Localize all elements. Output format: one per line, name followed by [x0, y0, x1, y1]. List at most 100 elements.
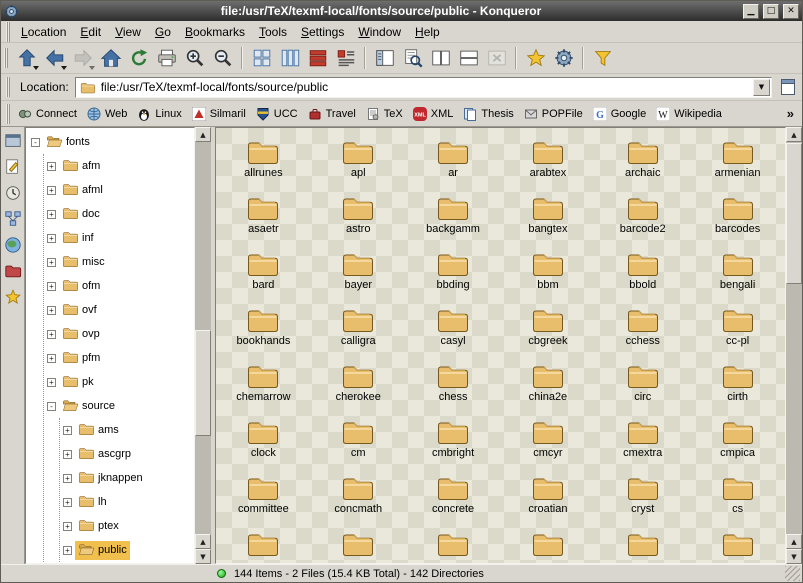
sidebar-tab-annotate-icon[interactable] [4, 158, 22, 176]
tree-item-body[interactable]: afm [59, 157, 103, 176]
zoom-in-button[interactable] [181, 45, 208, 72]
tree-item-pfm[interactable]: +pfm [47, 346, 194, 370]
tree-item-body[interactable]: jknappen [75, 469, 146, 488]
folder-item-bayer[interactable]: bayer [311, 246, 406, 302]
zoom-out-button[interactable] [209, 45, 236, 72]
folder-item-bbold[interactable]: bbold [595, 246, 690, 302]
tree-item-ascgrp[interactable]: +ascgrp [63, 442, 194, 466]
folder-item-cherokee[interactable]: cherokee [311, 358, 406, 414]
bookmark-silmaril[interactable]: Silmaril [188, 104, 250, 124]
bookmark-wikipedia[interactable]: WWikipedia [652, 104, 726, 124]
tree-expander-icon[interactable]: + [47, 330, 56, 339]
tree-item-body[interactable]: ascgrp [75, 445, 134, 464]
filter-button[interactable] [589, 45, 616, 72]
folder-item[interactable] [406, 526, 501, 564]
directory-icon-view[interactable]: allrunesaplararabtexarchaicarmenianasaet… [215, 127, 786, 564]
menu-bookmarks[interactable]: Bookmarks [178, 23, 252, 41]
minimize-button[interactable]: ▁ [743, 4, 759, 19]
tree-expander-icon[interactable]: - [47, 402, 56, 411]
tree-item-body[interactable]: misc [59, 253, 108, 272]
folder-item-barcodes[interactable]: barcodes [690, 190, 785, 246]
scroll-up-icon[interactable]: ▲ [195, 534, 211, 549]
main-scrollbar[interactable]: ▲ ▲ ▼ [786, 127, 802, 564]
scroll-up-icon[interactable]: ▲ [195, 127, 211, 142]
bookmark-ucc[interactable]: UCC [252, 104, 302, 124]
up-button[interactable] [13, 45, 40, 72]
folder-item-cs[interactable]: cs [690, 470, 785, 526]
folder-item-bengali[interactable]: bengali [690, 246, 785, 302]
tree-expander-icon[interactable]: + [47, 234, 56, 243]
find-file-button[interactable] [399, 45, 426, 72]
bookmark-tex[interactable]: TeX [362, 104, 407, 124]
menu-edit[interactable]: Edit [73, 23, 108, 41]
tree-item-inf[interactable]: +inf [47, 226, 194, 250]
tree-item-misc[interactable]: +misc [47, 250, 194, 274]
tree-item-afml[interactable]: +afml [47, 178, 194, 202]
close-button[interactable]: ✕ [783, 4, 799, 19]
scroll-down-icon[interactable]: ▼ [195, 549, 211, 564]
bookmark-thesis[interactable]: Thesis [459, 104, 517, 124]
menu-go[interactable]: Go [148, 23, 178, 41]
bookmark-linux[interactable]: Linux [133, 104, 185, 124]
tree-item-body[interactable]: ovp [59, 325, 103, 344]
folder-item-croatian[interactable]: croatian [501, 470, 596, 526]
menu-settings[interactable]: Settings [294, 23, 351, 41]
folder-item-cchess[interactable]: cchess [595, 302, 690, 358]
tree-expander-icon[interactable]: + [47, 306, 56, 315]
scroll-up-icon[interactable]: ▲ [786, 534, 802, 549]
tree-expander-icon[interactable]: + [47, 162, 56, 171]
tree-expander-icon[interactable]: + [47, 354, 56, 363]
scrollbar-thumb[interactable] [786, 143, 802, 284]
sidebar-tab-root-folder-icon[interactable] [4, 262, 22, 280]
toolbar-handle[interactable] [6, 104, 10, 124]
tree-item-fonts[interactable]: -fonts [31, 130, 194, 154]
folder-item-astro[interactable]: astro [311, 190, 406, 246]
tree-item-ofm[interactable]: +ofm [47, 274, 194, 298]
folder-item-cryst[interactable]: cryst [595, 470, 690, 526]
tree-item-body[interactable]: pk [59, 373, 97, 392]
sidebar-tab-web-browser-icon[interactable] [4, 236, 22, 254]
split-view-top-bottom-button[interactable] [455, 45, 482, 72]
location-input[interactable]: file:/usr/TeX/texmf-local/fonts/source/p… [75, 77, 772, 98]
folder-item-bbding[interactable]: bbding [406, 246, 501, 302]
tree-item-body[interactable]: afml [59, 181, 106, 200]
folder-item-bard[interactable]: bard [216, 246, 311, 302]
tree-expander-icon[interactable]: + [47, 210, 56, 219]
tree-expander-icon[interactable]: - [31, 138, 40, 147]
folder-item-chemarrow[interactable]: chemarrow [216, 358, 311, 414]
scrollbar-thumb[interactable] [195, 330, 211, 436]
detail-view-button[interactable] [304, 45, 331, 72]
folder-item-concrete[interactable]: concrete [406, 470, 501, 526]
home-button[interactable] [97, 45, 124, 72]
print-button[interactable] [153, 45, 180, 72]
folder-item-circ[interactable]: circ [595, 358, 690, 414]
resize-grip-icon[interactable] [785, 566, 800, 581]
tree-item-body[interactable]: source [59, 397, 118, 416]
folder-item-committee[interactable]: committee [216, 470, 311, 526]
folder-item-chess[interactable]: chess [406, 358, 501, 414]
tree-item-afm[interactable]: +afm [47, 154, 194, 178]
menu-view[interactable]: View [108, 23, 148, 41]
icon-view-button[interactable] [248, 45, 275, 72]
folder-item-armenian[interactable]: armenian [690, 134, 785, 190]
split-view-left-right-button[interactable] [427, 45, 454, 72]
tree-item-doc[interactable]: +doc [47, 202, 194, 226]
menu-help[interactable]: Help [408, 23, 447, 41]
folder-item-apl[interactable]: apl [311, 134, 406, 190]
bookmark-google[interactable]: GGoogle [589, 104, 650, 124]
location-dropdown-icon[interactable]: ▼ [753, 79, 770, 96]
bookmark-xml[interactable]: XMLXML [409, 104, 458, 124]
tree-item-body[interactable]: ofm [59, 277, 103, 296]
folder-item-allrunes[interactable]: allrunes [216, 134, 311, 190]
bookmark-travel[interactable]: Travel [304, 104, 360, 124]
bookmark-overflow-chevron[interactable]: » [785, 106, 798, 121]
sidebar-tab-network-icon[interactable] [4, 210, 22, 228]
folder-item-concmath[interactable]: concmath [311, 470, 406, 526]
folder-item-bangtex[interactable]: bangtex [501, 190, 596, 246]
window-menu-icon[interactable] [4, 4, 19, 19]
sidebar-tab-web-module-icon[interactable] [4, 132, 22, 150]
tree-item-pk[interactable]: +pk [47, 370, 194, 394]
folder-item-barcode2[interactable]: barcode2 [595, 190, 690, 246]
toolbar-extension-icon[interactable] [778, 77, 798, 97]
folder-item-cmcyr[interactable]: cmcyr [501, 414, 596, 470]
